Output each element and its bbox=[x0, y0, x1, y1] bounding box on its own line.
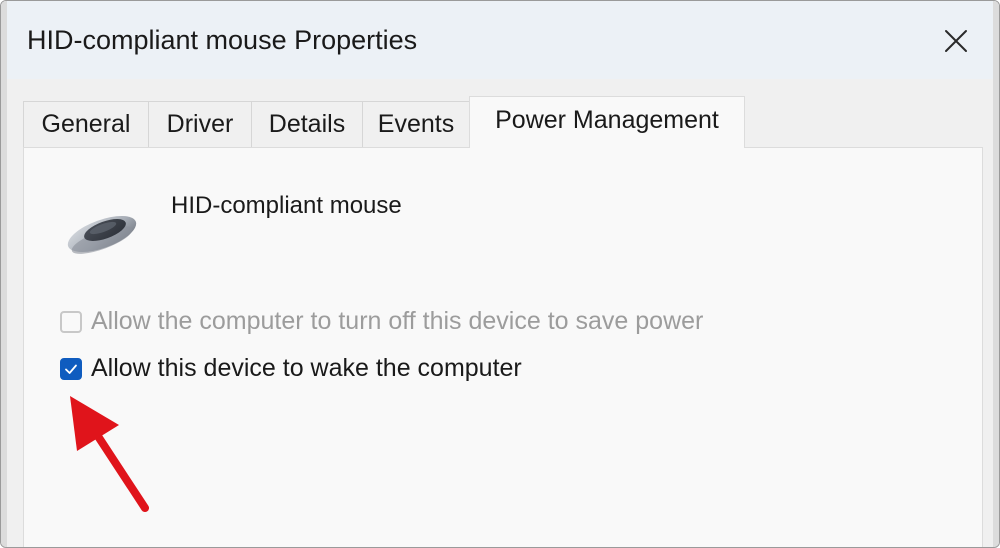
tab-events[interactable]: Events bbox=[362, 101, 470, 147]
tab-general-label: General bbox=[41, 110, 131, 138]
allow-turn-off-option: Allow the computer to turn off this devi… bbox=[60, 307, 703, 336]
mouse-icon bbox=[67, 215, 137, 254]
dialog-body: General Driver Details Events Power Mana… bbox=[7, 79, 993, 547]
close-icon bbox=[945, 30, 967, 52]
tab-power-management[interactable]: Power Management bbox=[469, 96, 745, 148]
tab-driver[interactable]: Driver bbox=[148, 101, 252, 147]
close-button[interactable] bbox=[929, 19, 983, 63]
tab-general[interactable]: General bbox=[23, 101, 149, 147]
device-name: HID-compliant mouse bbox=[171, 192, 402, 219]
allow-turn-off-label: Allow the computer to turn off this devi… bbox=[91, 307, 704, 335]
allow-wake-option[interactable]: Allow this device to wake the computer bbox=[60, 354, 522, 383]
tab-power-management-label: Power Management bbox=[495, 106, 719, 134]
checkmark-icon bbox=[65, 364, 77, 374]
allow-turn-off-checkbox bbox=[60, 310, 82, 333]
title-bar[interactable]: HID-compliant mouse Properties bbox=[1, 1, 999, 79]
allow-wake-checkbox[interactable] bbox=[60, 357, 82, 380]
tab-driver-label: Driver bbox=[166, 110, 234, 138]
tab-events-label: Events bbox=[377, 110, 455, 138]
power-management-panel: HID-compliant mouse Allow the computer t… bbox=[23, 147, 983, 547]
tab-details-label: Details bbox=[268, 110, 346, 138]
right-border bbox=[993, 1, 999, 547]
properties-dialog: HID-compliant mouse Properties General D… bbox=[0, 0, 1000, 548]
window-title: HID-compliant mouse Properties bbox=[27, 25, 418, 55]
allow-wake-label: Allow this device to wake the computer bbox=[91, 354, 522, 382]
tab-details[interactable]: Details bbox=[251, 101, 363, 147]
